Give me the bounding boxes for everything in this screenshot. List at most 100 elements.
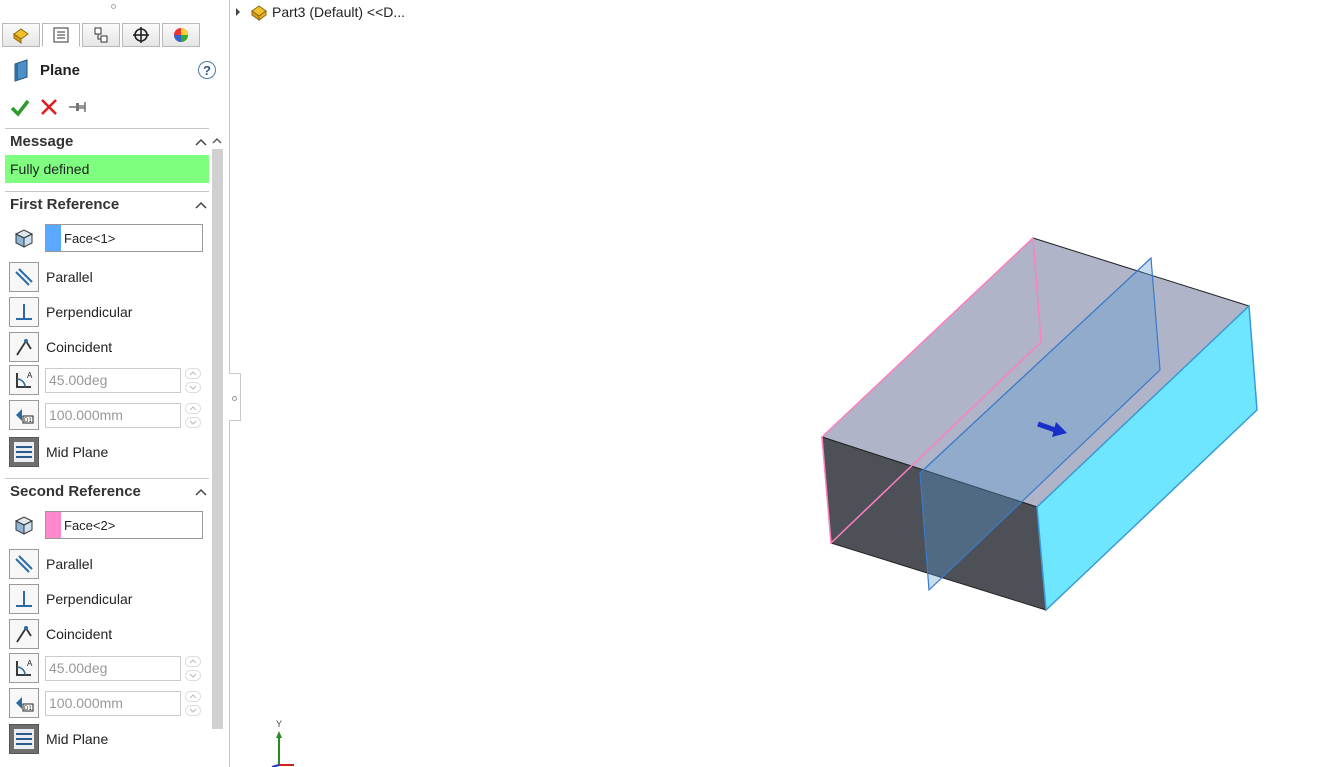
section-title: Second Reference	[10, 483, 141, 500]
svg-text:A: A	[27, 659, 33, 668]
feature-manager-tab[interactable]	[2, 23, 40, 47]
panel-grip[interactable]	[111, 4, 116, 9]
second-ref-parallel-option[interactable]: Parallel	[9, 548, 209, 580]
selection-color-swatch	[46, 512, 61, 538]
section-title: First Reference	[10, 196, 120, 213]
page-title: Plane	[40, 61, 81, 79]
first-ref-coincident-option[interactable]: Coincident	[9, 331, 209, 363]
svg-text:D1: D1	[24, 418, 32, 424]
first-reference-section-header[interactable]: First Reference	[5, 191, 209, 217]
scroll-up-icon[interactable]	[210, 133, 224, 147]
angle-spinner[interactable]	[185, 367, 201, 393]
option-label: Mid Plane	[46, 444, 109, 460]
spin-up-icon[interactable]	[185, 367, 201, 379]
first-ref-distance-row: D1 100.000mm	[9, 399, 209, 431]
spin-up-icon[interactable]	[185, 690, 201, 702]
spin-down-icon[interactable]	[185, 704, 201, 716]
offset-distance-icon[interactable]: D1	[9, 688, 39, 718]
second-ref-coincident-option[interactable]: Coincident	[9, 618, 209, 650]
configuration-manager-tab[interactable]	[82, 23, 120, 47]
part-icon	[251, 5, 267, 21]
chevron-up-icon[interactable]	[193, 134, 209, 150]
offset-distance-icon[interactable]: D1	[9, 400, 39, 430]
perpendicular-icon[interactable]	[9, 584, 39, 614]
spin-down-icon[interactable]	[185, 416, 201, 428]
svg-text:A: A	[27, 371, 33, 380]
selection-value: Face<2>	[64, 517, 116, 533]
spin-up-icon[interactable]	[185, 402, 201, 414]
distance-input[interactable]: 100.000mm	[45, 402, 181, 428]
selection-color-swatch	[46, 225, 61, 251]
option-label: Coincident	[46, 626, 113, 642]
spin-up-icon[interactable]	[185, 655, 201, 667]
first-reference-selection-row: Face<1>	[9, 222, 209, 254]
expand-arrow-icon[interactable]	[236, 8, 240, 16]
option-label: Perpendicular	[46, 304, 133, 320]
second-ref-perpendicular-option[interactable]: Perpendicular	[9, 583, 209, 615]
first-ref-mid-plane-option[interactable]: Mid Plane	[9, 436, 209, 468]
dimxpert-manager-tab[interactable]	[122, 23, 160, 47]
mid-plane-icon[interactable]	[9, 437, 39, 467]
part-name: Part3 (Default) <<D...	[272, 4, 406, 20]
second-reference-selection-box[interactable]: Face<2>	[45, 511, 203, 539]
panel-scrollbar[interactable]	[210, 131, 224, 767]
action-bar	[10, 97, 88, 117]
angle-icon[interactable]: A	[9, 365, 39, 395]
property-manager-panel: Plane ? Message Fully defined First Refe…	[0, 0, 230, 767]
selection-value: Face<1>	[64, 230, 116, 246]
chevron-up-icon[interactable]	[193, 197, 209, 213]
distance-spinner[interactable]	[185, 690, 201, 716]
second-ref-mid-plane-option[interactable]: Mid Plane	[9, 723, 209, 755]
scrollbar-thumb[interactable]	[212, 149, 223, 729]
triad-y-label: Y	[276, 719, 282, 729]
second-ref-distance-row: D1 100.000mm	[9, 687, 209, 719]
coincident-icon[interactable]	[9, 619, 39, 649]
panel-collapse-handle[interactable]	[229, 373, 241, 421]
property-manager-icon	[53, 27, 69, 43]
option-label: Mid Plane	[46, 731, 109, 747]
parallel-icon[interactable]	[9, 262, 39, 292]
first-ref-parallel-option[interactable]: Parallel	[9, 261, 209, 293]
axis-triad-icon	[271, 731, 294, 767]
feature-tree-flyout[interactable]: Part3 (Default) <<D...	[236, 3, 405, 21]
svg-text:D1: D1	[24, 706, 32, 712]
cancel-x-icon[interactable]	[40, 98, 58, 116]
feature-manager-icon	[13, 28, 29, 44]
perpendicular-icon[interactable]	[9, 297, 39, 327]
status-message: Fully defined	[5, 155, 209, 183]
help-button[interactable]: ?	[198, 61, 216, 79]
distance-input[interactable]: 100.000mm	[45, 690, 181, 716]
option-label: Parallel	[46, 269, 93, 285]
first-ref-perpendicular-option[interactable]: Perpendicular	[9, 296, 209, 328]
spin-down-icon[interactable]	[185, 381, 201, 393]
parallel-icon[interactable]	[9, 549, 39, 579]
option-label: Parallel	[46, 556, 93, 572]
property-manager-tab[interactable]	[42, 23, 80, 47]
message-section-header[interactable]: Message	[5, 128, 209, 154]
coincident-icon[interactable]	[9, 332, 39, 362]
face-icon	[9, 223, 39, 253]
display-manager-tab[interactable]	[162, 23, 200, 47]
option-label: Perpendicular	[46, 591, 133, 607]
manager-tabs	[2, 23, 202, 48]
option-label: Coincident	[46, 339, 113, 355]
angle-input[interactable]: 45.00deg	[45, 655, 181, 681]
display-manager-icon	[174, 28, 188, 42]
first-reference-selection-box[interactable]: Face<1>	[45, 224, 203, 252]
mid-plane-icon[interactable]	[9, 724, 39, 754]
face-icon	[9, 510, 39, 540]
second-reference-section-header[interactable]: Second Reference	[5, 478, 209, 504]
chevron-up-icon[interactable]	[193, 484, 209, 500]
pushpin-icon[interactable]	[68, 98, 88, 116]
angle-icon[interactable]: A	[9, 653, 39, 683]
spin-down-icon[interactable]	[185, 669, 201, 681]
crosshair-icon	[133, 27, 149, 43]
grip-dot-icon	[232, 396, 237, 401]
plane-icon	[14, 59, 28, 82]
angle-spinner[interactable]	[185, 655, 201, 681]
second-reference-selection-row: Face<2>	[9, 509, 209, 541]
distance-spinner[interactable]	[185, 402, 201, 428]
first-ref-angle-row: A 45.00deg	[9, 364, 209, 396]
ok-checkmark-icon[interactable]	[10, 97, 30, 117]
angle-input[interactable]: 45.00deg	[45, 367, 181, 393]
